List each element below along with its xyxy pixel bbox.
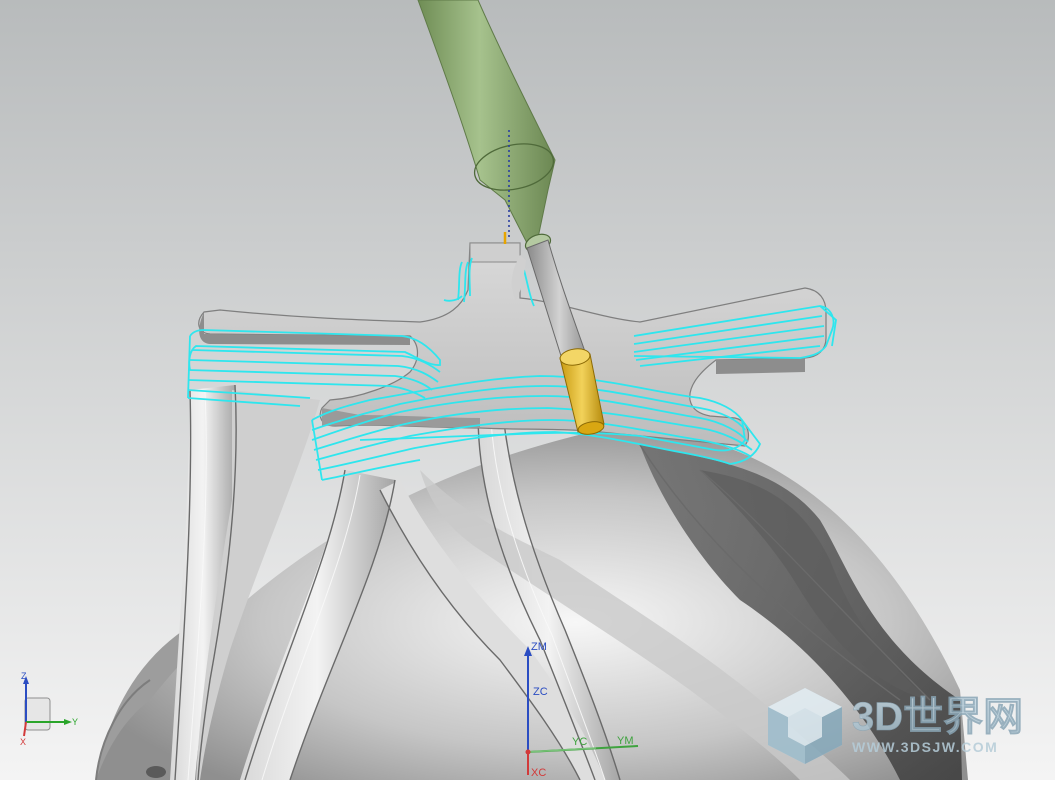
watermark-title: 3D世界网 (852, 695, 1023, 739)
yc-label: YC (572, 736, 587, 748)
watermark: 3D世界网 WWW.3DSJW.COM (768, 688, 1023, 764)
triad-y-label: Y (72, 717, 78, 727)
ym-label: YM (617, 735, 634, 747)
xc-label: XC (531, 767, 546, 779)
graphics-viewport[interactable]: ZM ZC YC YM XC Z Y X 3D世界网 WWW.3DSJW.COM (0, 0, 1055, 781)
cam-scene[interactable]: ZM ZC YC YM XC Z Y X 3D世界网 WWW.3DSJW.COM (0, 0, 1055, 781)
triad-cube-icon (24, 697, 51, 731)
watermark-url: WWW.3DSJW.COM (852, 739, 998, 755)
zc-label: ZC (533, 686, 548, 698)
zm-label: ZM (531, 641, 547, 653)
triad-x-label: X (20, 737, 26, 747)
triad-z-label: Z (21, 671, 27, 681)
